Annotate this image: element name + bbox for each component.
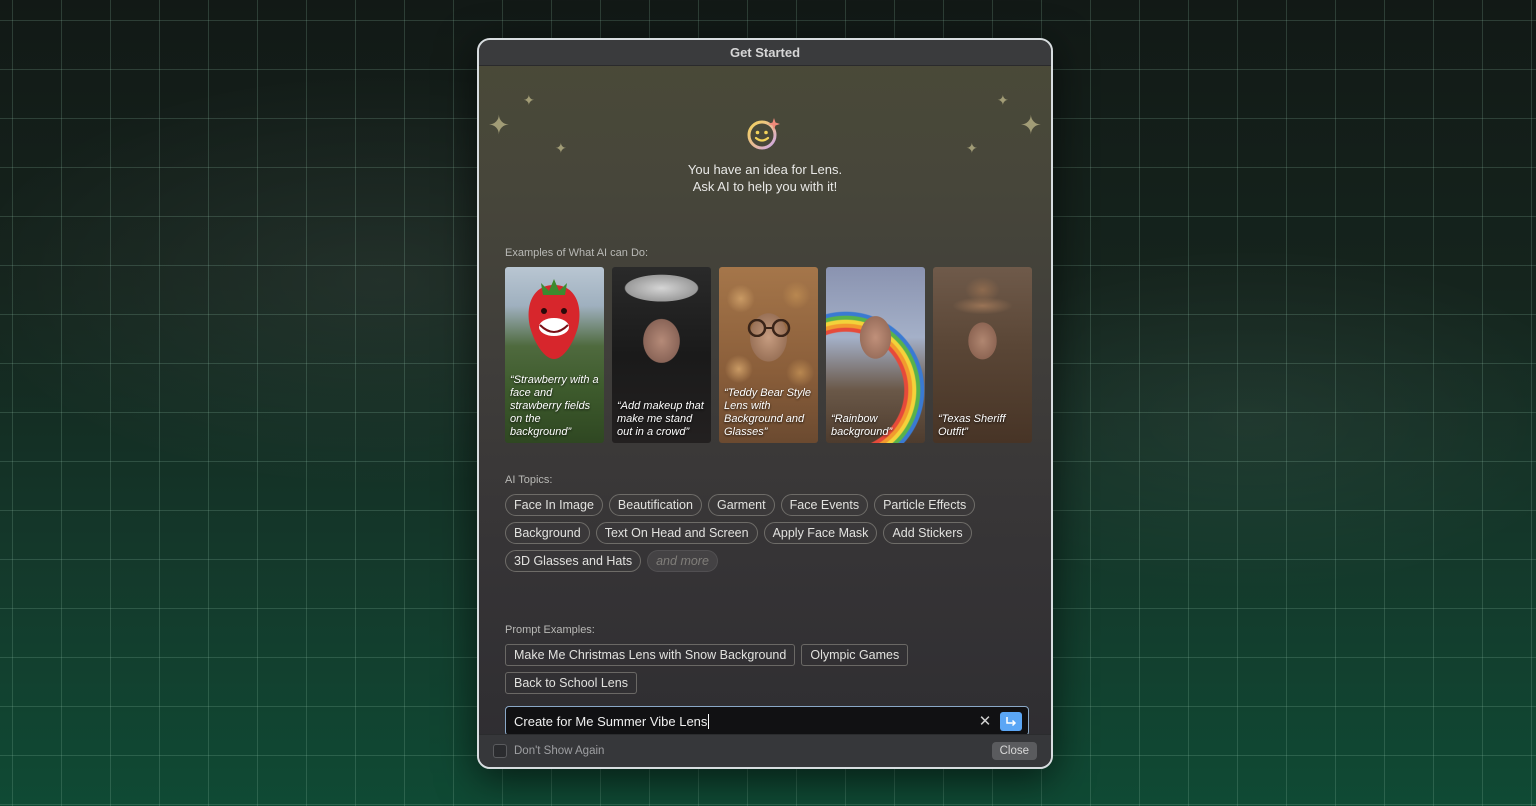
example-card-rainbow[interactable]: “Rainbow background” [826,267,925,443]
topic-chip-background[interactable]: Background [505,522,590,544]
prompt-input-text[interactable]: Create for Me Summer Vibe Lens [514,713,976,729]
prompt-chip-back-to-school[interactable]: Back to School Lens [505,672,637,694]
card-caption: “Add makeup that make me stand out in a … [617,400,704,438]
prompt-chip-christmas[interactable]: Make Me Christmas Lens with Snow Backgro… [505,644,796,666]
sparkle-icon: ✦ [555,140,567,156]
sparkle-icon: ✦ [966,140,978,156]
topic-chip-apply-face-mask[interactable]: Apply Face Mask [763,522,878,544]
prompt-input-value: Create for Me Summer Vibe Lens [514,713,708,729]
ai-smiley-sparkle-icon [747,118,780,150]
hero-text: You have an idea for Lens. Ask AI to hel… [479,161,1051,195]
submit-button[interactable] [1000,711,1022,731]
example-card-strawberry[interactable]: “Strawberry with a face and strawberry f… [505,267,604,443]
topics-label: AI Topics: [505,474,553,486]
hero-line-2: Ask AI to help you with it! [692,179,838,194]
topic-chip-3d-glasses-hats[interactable]: 3D Glasses and Hats [505,550,642,572]
example-card-makeup[interactable]: “Add makeup that make me stand out in a … [612,267,711,443]
window-title: Get Started [729,45,801,60]
sparkle-icon: ✦ [997,92,1009,108]
clear-icon[interactable]: ✕ [976,712,994,730]
topic-chip-text-on-head[interactable]: Text On Head and Screen [595,522,758,544]
return-arrow-icon [1006,716,1017,726]
prompt-chip-olympic-games[interactable]: Olympic Games [801,644,909,666]
dont-show-again-label[interactable]: Don't Show Again [514,745,992,757]
get-started-dialog: Get Started ✦ ✦ ✦ ✦ ✦ ✦ You have an idea [477,38,1053,769]
example-card-teddy-bear[interactable]: “Teddy Bear Style Lens with Background a… [719,267,818,443]
card-caption: “Teddy Bear Style Lens with Background a… [724,387,812,438]
sparkle-icon: ✦ [488,110,510,140]
prompt-examples-group: Make Me Christmas Lens with Snow Backgro… [505,644,925,694]
topic-chip-face-in-image[interactable]: Face In Image [505,494,603,516]
topic-chip-face-events[interactable]: Face Events [780,494,869,516]
card-caption: “Strawberry with a face and strawberry f… [510,374,599,438]
topic-chip-and-more[interactable]: and more [647,550,718,572]
topic-chip-add-stickers[interactable]: Add Stickers [883,522,972,544]
topic-chip-particle-effects[interactable]: Particle Effects [874,494,976,516]
topic-chip-garment[interactable]: Garment [707,494,775,516]
example-card-texas-sheriff[interactable]: “Texas Sheriff Outfit” [933,267,1032,443]
sparkle-icon: ✦ [1020,110,1042,140]
topics-chip-group: Face In Image Beautification Garment Fac… [505,494,1035,572]
strawberry-face-icon [528,279,580,359]
glasses-icon [747,319,791,337]
window-titlebar: Get Started [479,40,1051,66]
prompt-input[interactable]: Create for Me Summer Vibe Lens ✕ [505,706,1029,736]
dialog-content: ✦ ✦ ✦ ✦ ✦ ✦ You have an idea for Lens. A… [479,66,1051,738]
card-caption: “Rainbow background” [831,413,893,438]
text-caret [708,713,710,729]
examples-gallery: “Strawberry with a face and strawberry f… [505,267,1032,443]
close-button[interactable]: Close [991,742,1037,760]
sparkle-icon: ✦ [523,92,535,108]
prompts-label: Prompt Examples: [505,624,595,636]
card-caption: “Texas Sheriff Outfit” [938,413,1006,438]
topic-chip-beautification[interactable]: Beautification [608,494,702,516]
dialog-footer: Don't Show Again Close [479,734,1051,767]
dont-show-again-checkbox[interactable] [493,744,507,758]
examples-label: Examples of What AI can Do: [505,247,649,259]
hero-line-1: You have an idea for Lens. [687,162,843,177]
